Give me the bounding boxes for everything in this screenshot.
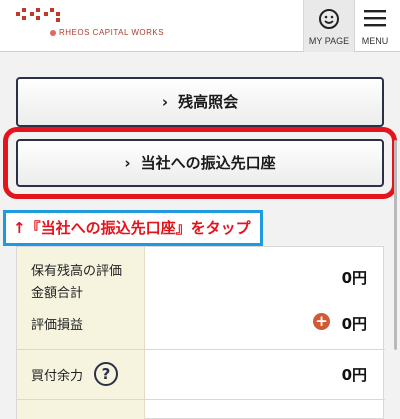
balance-inquiry-button[interactable]: › 残高照会 [16, 77, 384, 127]
instruction-callout: ↑『当社への振込先口座』をタップ [3, 210, 263, 246]
balance-inquiry-label: 残高照会 [178, 93, 239, 111]
my-page-button[interactable]: MY PAGE [303, 0, 355, 52]
app-header: RHEOS CAPITAL WORKS MY PAGE MENU [0, 0, 400, 52]
unrealized-pl-label: 評価損益 [31, 318, 84, 333]
hamburger-icon [364, 10, 386, 27]
row-divider [17, 399, 385, 400]
smiley-icon [319, 9, 339, 29]
buying-power-label: 買付余力 [31, 369, 84, 384]
brand-dot-icon [50, 29, 56, 36]
brand-name-text: RHEOS CAPITAL WORKS [59, 28, 165, 37]
brand-name: RHEOS CAPITAL WORKS [50, 28, 164, 37]
valuation-total-value: 0円 [341, 269, 367, 287]
plus-sign-icon: + [313, 313, 330, 330]
row-divider [17, 349, 385, 350]
menu-label: MENU [361, 36, 389, 46]
chevron-right-icon: › [124, 154, 131, 172]
my-page-label: MY PAGE [308, 36, 350, 46]
unrealized-pl-value: 0円 [341, 315, 367, 333]
chevron-right-icon: › [161, 93, 169, 111]
scrollbar[interactable] [394, 140, 397, 350]
buying-power-value: 0円 [341, 366, 367, 384]
transfer-account-label: 当社への振込先口座 [140, 154, 276, 172]
brand-logo[interactable]: RHEOS CAPITAL WORKS [16, 6, 166, 46]
logo-dots-icon [16, 8, 60, 22]
help-icon[interactable]: ? [94, 362, 118, 386]
balance-summary-panel: 保有残高の評価 金額合計 0円 評価損益 + 0円 買付余力 ? 0円 [16, 246, 385, 419]
transfer-account-button[interactable]: › 当社への振込先口座 [16, 139, 384, 187]
menu-button[interactable]: MENU [350, 0, 400, 52]
valuation-total-label: 保有残高の評価 金額合計 [31, 264, 123, 301]
